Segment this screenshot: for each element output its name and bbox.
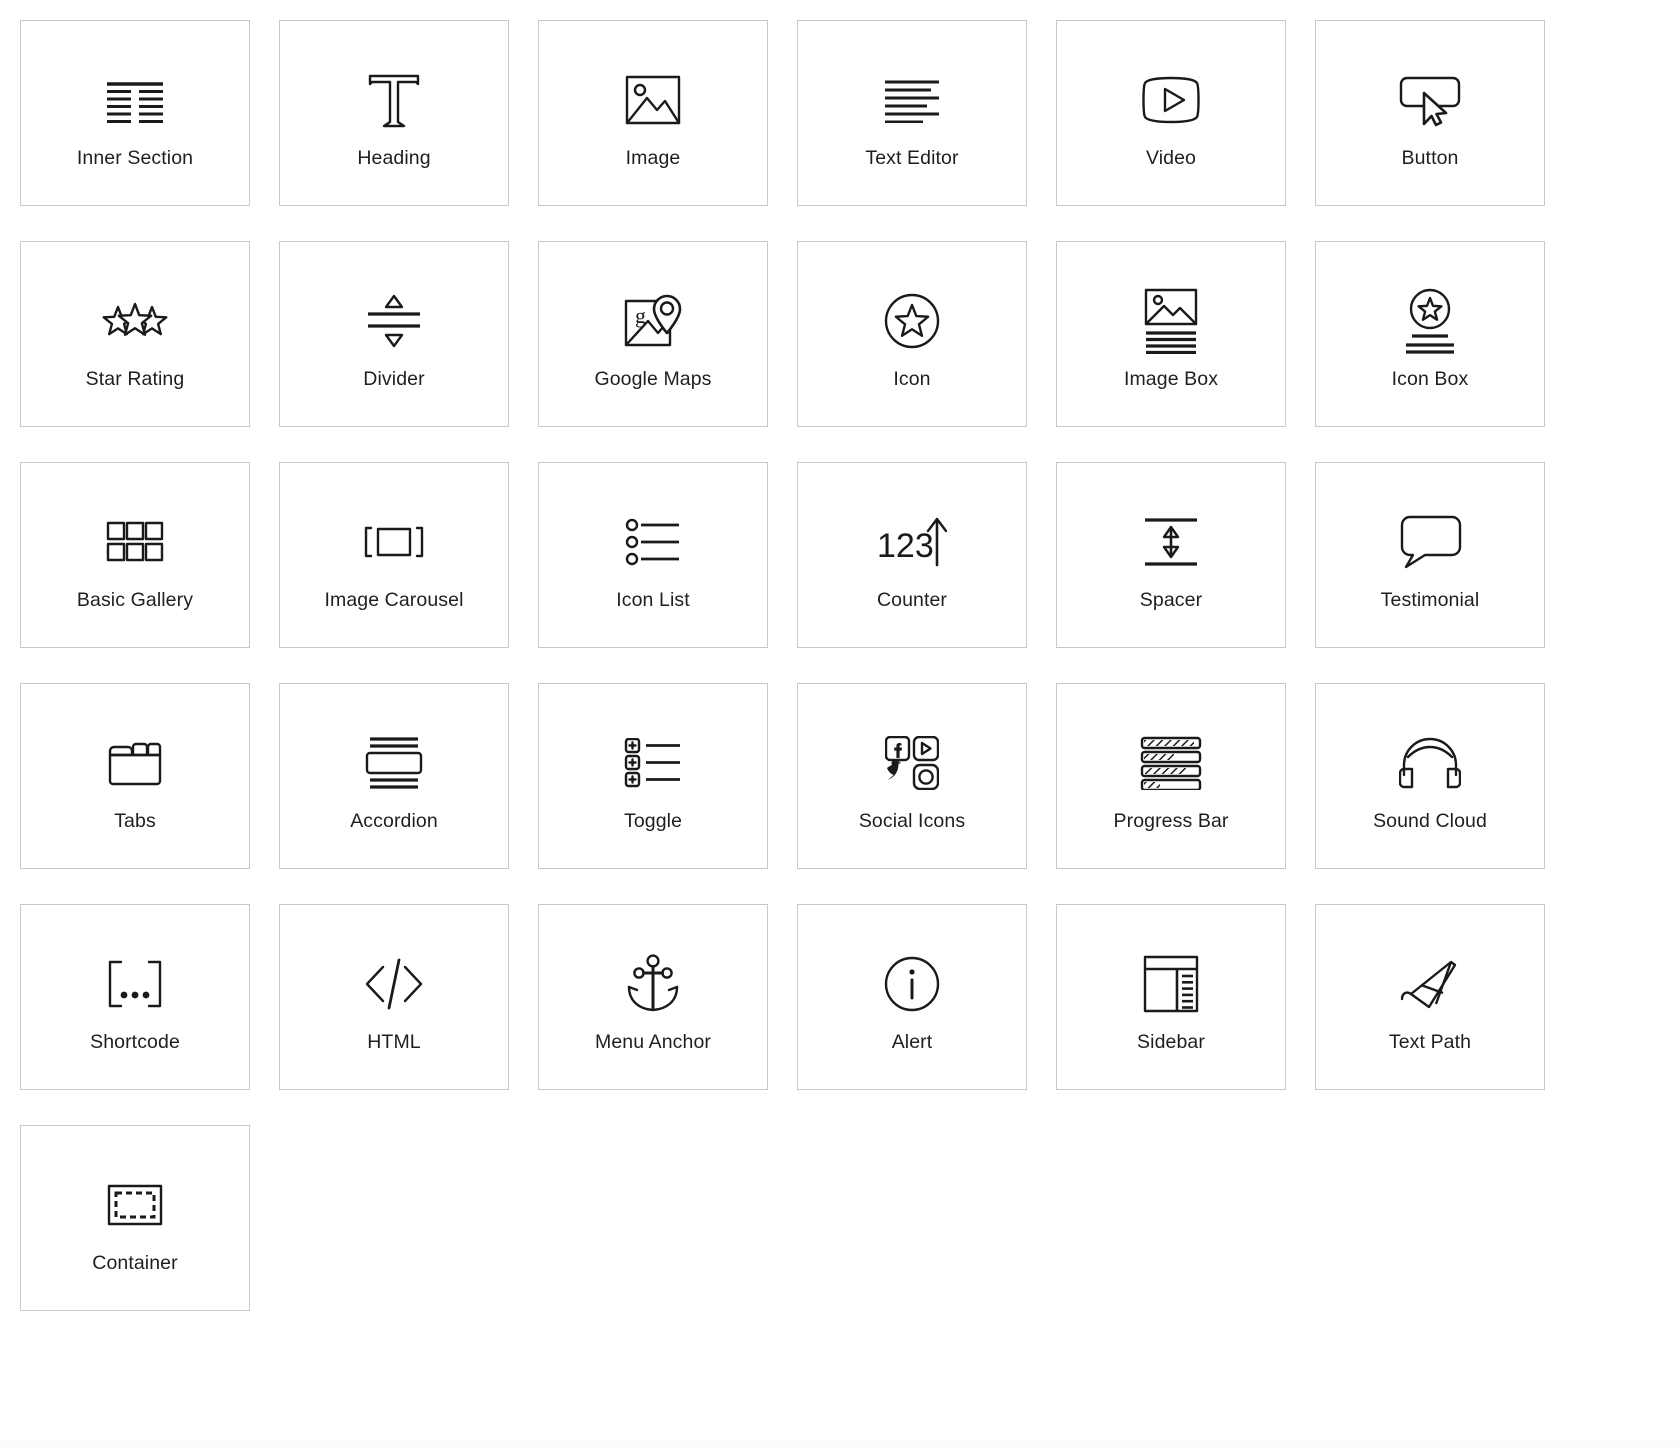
widget-label: Sidebar (1137, 1031, 1205, 1053)
widget-card-shortcode[interactable]: Shortcode (20, 904, 250, 1090)
progress-bar-icon (1140, 720, 1202, 806)
widget-card-text-path[interactable]: Text Path (1315, 904, 1545, 1090)
widget-label: Icon (893, 368, 931, 390)
image-box-icon (1143, 278, 1199, 364)
spacer-arrows-icon (1143, 499, 1199, 585)
gallery-grid-icon (106, 499, 164, 585)
widget-card-google-maps[interactable]: g Google Maps (538, 241, 768, 427)
counter-123-arrow-icon: 123 (877, 499, 947, 585)
widget-card-sidebar[interactable]: Sidebar (1056, 904, 1286, 1090)
code-slash-icon (363, 941, 425, 1027)
widget-label: Sound Cloud (1373, 810, 1487, 832)
widget-label: Star Rating (85, 368, 185, 390)
heading-t-icon (364, 57, 424, 143)
widget-card-star-rating[interactable]: Star Rating (20, 241, 250, 427)
widget-card-image-carousel[interactable]: Image Carousel (279, 462, 509, 648)
widget-card-toggle[interactable]: Toggle (538, 683, 768, 869)
shortcode-brackets-icon (102, 941, 168, 1027)
widget-label: Icon List (616, 589, 690, 611)
widget-label: Inner Section (76, 147, 194, 169)
widget-label: Accordion (350, 810, 438, 832)
social-icons-grid-icon (885, 720, 939, 806)
widget-label: Progress Bar (1113, 810, 1229, 832)
widget-label: Tabs (114, 810, 156, 832)
widget-label: Testimonial (1380, 589, 1480, 611)
widget-card-testimonial[interactable]: Testimonial (1315, 462, 1545, 648)
widget-card-accordion[interactable]: Accordion (279, 683, 509, 869)
widget-label: Text Editor (865, 147, 959, 169)
star-rating-icon (101, 278, 169, 364)
widgets-panel: Inner Section Heading Image Text Editor … (0, 0, 1680, 1449)
widget-card-video[interactable]: Video (1056, 20, 1286, 206)
info-circle-icon (883, 941, 941, 1027)
widget-card-icon[interactable]: Icon (797, 241, 1027, 427)
widget-card-text-editor[interactable]: Text Editor (797, 20, 1027, 206)
widget-label: Shortcode (90, 1031, 180, 1053)
widget-label: Image Box (1123, 368, 1219, 390)
widget-label: Social Icons (858, 810, 966, 832)
widget-card-basic-gallery[interactable]: Basic Gallery (20, 462, 250, 648)
widget-label: Container (92, 1252, 178, 1274)
widget-label: Basic Gallery (76, 589, 194, 611)
widget-label: Text Path (1388, 1031, 1472, 1053)
widget-label: Image (625, 147, 681, 169)
svg-text:123: 123 (877, 527, 934, 565)
widget-label: Button (1401, 147, 1459, 169)
widget-card-inner-section[interactable]: Inner Section (20, 20, 250, 206)
image-carousel-icon (362, 499, 426, 585)
widget-card-image-box[interactable]: Image Box (1056, 241, 1286, 427)
panel-bottom-strip (0, 1439, 1680, 1449)
widget-card-heading[interactable]: Heading (279, 20, 509, 206)
widget-card-container[interactable]: Container (20, 1125, 250, 1311)
accordion-icon (364, 720, 424, 806)
widget-label: Spacer (1139, 589, 1203, 611)
button-cursor-icon (1399, 57, 1461, 143)
icon-box-icon (1402, 278, 1458, 364)
widget-card-sound-cloud[interactable]: Sound Cloud (1315, 683, 1545, 869)
widget-card-alert[interactable]: Alert (797, 904, 1027, 1090)
widget-label: Menu Anchor (594, 1031, 711, 1053)
divider-icon (364, 278, 424, 364)
svg-text:g: g (635, 303, 646, 328)
tabs-folder-icon (106, 720, 164, 806)
text-path-pen-icon (1399, 941, 1461, 1027)
widget-card-counter[interactable]: 123 Counter (797, 462, 1027, 648)
image-icon (624, 57, 682, 143)
inner-section-icon (103, 57, 167, 143)
widget-card-icon-box[interactable]: Icon Box (1315, 241, 1545, 427)
widget-card-button[interactable]: Button (1315, 20, 1545, 206)
widget-grid: Inner Section Heading Image Text Editor … (0, 0, 1680, 1311)
speech-bubble-icon (1398, 499, 1462, 585)
widget-card-menu-anchor[interactable]: Menu Anchor (538, 904, 768, 1090)
widget-card-spacer[interactable]: Spacer (1056, 462, 1286, 648)
widget-label: Video (1145, 147, 1197, 169)
widget-label: Toggle (623, 810, 683, 832)
sidebar-layout-icon (1143, 941, 1199, 1027)
widget-card-progress-bar[interactable]: Progress Bar (1056, 683, 1286, 869)
text-editor-icon (881, 57, 943, 143)
widget-card-tabs[interactable]: Tabs (20, 683, 250, 869)
widget-card-html[interactable]: HTML (279, 904, 509, 1090)
widget-label: HTML (367, 1031, 421, 1053)
widget-label: Divider (363, 368, 425, 390)
widget-card-image[interactable]: Image (538, 20, 768, 206)
video-play-icon (1140, 57, 1202, 143)
star-circle-icon (883, 278, 941, 364)
widget-label: Heading (357, 147, 431, 169)
widget-label: Image Carousel (324, 589, 464, 611)
widget-label: Counter (876, 589, 948, 611)
widget-card-divider[interactable]: Divider (279, 241, 509, 427)
widget-card-icon-list[interactable]: Icon List (538, 462, 768, 648)
widget-label: Alert (891, 1031, 933, 1053)
widget-label: Icon Box (1391, 368, 1469, 390)
widget-card-social-icons[interactable]: Social Icons (797, 683, 1027, 869)
anchor-icon (624, 941, 682, 1027)
container-dashed-icon (107, 1162, 163, 1248)
google-maps-pin-icon: g (623, 278, 683, 364)
headphones-icon (1399, 720, 1461, 806)
widget-label: Google Maps (594, 368, 712, 390)
icon-list-icon (624, 499, 682, 585)
toggle-plus-list-icon (624, 720, 682, 806)
